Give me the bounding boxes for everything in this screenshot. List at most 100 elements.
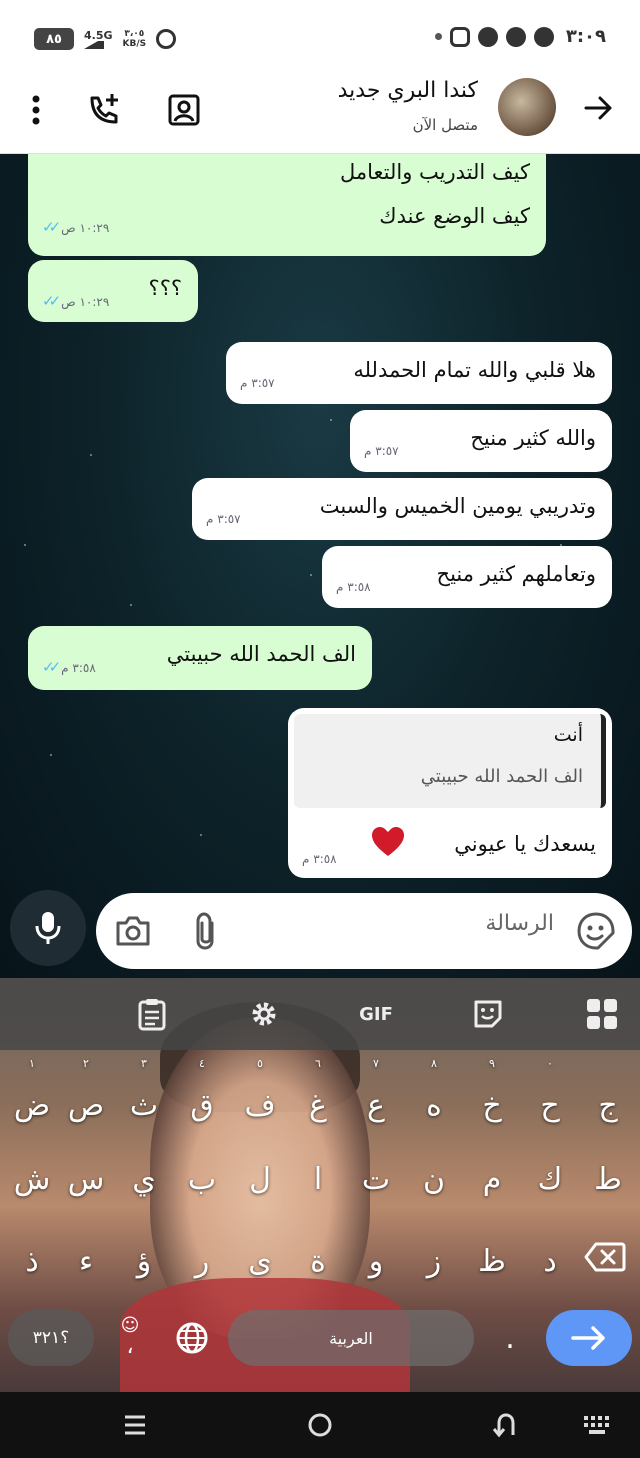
key[interactable]: م (468, 1150, 516, 1210)
quoted-message[interactable]: أنت الف الحمد الله حبيبتي (294, 714, 606, 808)
sticker-icon[interactable] (470, 996, 506, 1032)
background-star (130, 604, 132, 606)
keyboard[interactable]: GIF ج ح٠ خ٩ ه٨ ع٧ غ٦ ف٥ ق٤ ث٣ ص٢ ض١ ط ك … (0, 978, 640, 1392)
key[interactable]: ح٠ (526, 1058, 574, 1136)
key[interactable]: و (352, 1232, 400, 1292)
key[interactable]: ؤ (120, 1232, 168, 1292)
home-icon[interactable] (303, 1408, 337, 1442)
message-input[interactable]: الرسالة (96, 893, 632, 969)
key[interactable]: ظ (468, 1232, 516, 1292)
gif-button[interactable]: GIF (354, 996, 398, 1032)
key[interactable]: ن (410, 1150, 458, 1210)
contact-name[interactable]: كندا البري جديد (338, 78, 478, 103)
key[interactable]: ص٢ (62, 1058, 110, 1136)
key[interactable]: غ٦ (294, 1058, 342, 1136)
read-ticks-icon: ✓✓ (42, 292, 61, 310)
key[interactable]: ق٤ (178, 1058, 226, 1136)
notification-dot-icon (434, 33, 442, 40)
key[interactable]: د (526, 1232, 574, 1292)
back-nav-icon[interactable] (488, 1408, 522, 1442)
key[interactable]: ة (294, 1232, 342, 1292)
message-bubble-outgoing[interactable]: الف الحمد الله حبيبتي ٣:٥٨ م✓✓ (28, 626, 372, 690)
backspace-key[interactable] (580, 1230, 630, 1284)
signal-icon (84, 40, 104, 49)
key[interactable]: ث٣ (120, 1058, 168, 1136)
message-bubble-incoming[interactable]: والله كثير منيح ٣:٥٧ م (350, 410, 612, 472)
chat-header: كندا البري جديد متصل الآن (0, 74, 640, 154)
facebook-icon (505, 26, 526, 47)
battery-indicator: ٨٥ (34, 28, 74, 50)
quote-author: أنت (553, 724, 583, 746)
add-call-icon[interactable] (84, 90, 124, 130)
key[interactable]: س (62, 1150, 110, 1210)
sticker-icon[interactable] (576, 911, 616, 955)
message-bubble-incoming-reply[interactable]: أنت الف الحمد الله حبيبتي يسعدك يا عيوني… (288, 708, 612, 878)
key[interactable]: ا (294, 1150, 342, 1210)
microphone-icon (35, 912, 61, 944)
key[interactable]: ى (236, 1232, 284, 1292)
network-indicator: 4.5G (84, 30, 113, 49)
camera-icon[interactable] (114, 913, 152, 953)
snapchat-icon (533, 26, 554, 47)
video-call-icon[interactable] (164, 90, 204, 130)
key[interactable]: ه٨ (410, 1058, 458, 1136)
speed-indicator: ٣،٠٥ KB/S (122, 29, 147, 49)
key[interactable]: ك (526, 1150, 574, 1210)
messenger-icon (477, 26, 498, 47)
system-nav-bar (0, 1392, 640, 1458)
keyboard-toggle-icon[interactable] (580, 1408, 614, 1442)
settings-gear-icon[interactable] (246, 996, 282, 1032)
emoji-comma-key[interactable]: ☺ ، (108, 1308, 152, 1366)
keyboard-toolbar: GIF (0, 978, 640, 1050)
key[interactable]: ب (178, 1150, 226, 1210)
status-left: ٨٥ 4.5G ٣،٠٥ KB/S (34, 28, 177, 50)
message-time: ٣:٥٨ م (302, 852, 337, 866)
space-key[interactable]: العربية (228, 1310, 474, 1366)
key[interactable]: ف٥ (236, 1058, 284, 1136)
key[interactable]: ل (236, 1150, 284, 1210)
numbers-key[interactable]: ؟٣٢١ (8, 1310, 94, 1366)
red-heart-icon (372, 827, 404, 856)
message-bubble-incoming[interactable]: وتدريبي يومين الخميس والسبت ٣:٥٧ م (192, 478, 612, 540)
key[interactable]: ع٧ (352, 1058, 400, 1136)
contact-avatar[interactable] (498, 78, 556, 136)
key[interactable]: خ٩ (468, 1058, 516, 1136)
key[interactable]: ذ (8, 1232, 56, 1292)
back-arrow-icon[interactable] (580, 92, 616, 128)
period-key[interactable]: . (488, 1310, 532, 1366)
key[interactable]: ت (352, 1150, 400, 1210)
clock: ٣:٠٩ (565, 26, 606, 47)
message-bubble-incoming[interactable]: وتعاملهم كثير منيح ٣:٥٨ م (322, 546, 612, 608)
key[interactable]: ء (62, 1232, 110, 1292)
message-time: ٣:٥٧ م (206, 512, 241, 526)
alarm-icon (156, 29, 177, 49)
message-placeholder: الرسالة (485, 911, 554, 936)
apps-grid-icon[interactable] (584, 996, 620, 1032)
message-bubble-incoming[interactable]: هلا قلبي والله تمام الحمدلله ٣:٥٧ م (226, 342, 612, 404)
key[interactable]: ي (120, 1150, 168, 1210)
attach-icon[interactable] (192, 911, 220, 955)
key[interactable]: ج (584, 1076, 632, 1136)
message-bubble-outgoing[interactable]: ؟؟؟ ١٠:٢٩ ص✓✓ (28, 260, 198, 322)
message-time: ٣:٥٧ م (240, 376, 275, 390)
background-star (200, 834, 202, 836)
key[interactable]: ط (584, 1150, 632, 1210)
language-globe-icon[interactable] (172, 1314, 212, 1362)
read-ticks-icon: ✓✓ (42, 658, 61, 676)
more-options-icon[interactable] (16, 90, 56, 130)
contact-status: متصل الآن (412, 116, 478, 134)
background-star (310, 574, 312, 576)
status-bar: ٨٥ 4.5G ٣،٠٥ KB/S ٣:٠٩ (0, 0, 640, 74)
enter-key[interactable] (546, 1310, 632, 1366)
background-star (24, 544, 26, 546)
chat-area[interactable]: كيف التدريب والتعامل كيف الوضع عندك ١٠:٢… (0, 154, 640, 978)
message-time: ٣:٥٨ م✓✓ (42, 658, 96, 676)
voice-record-button[interactable] (10, 890, 86, 966)
clipboard-icon[interactable] (134, 996, 170, 1032)
key[interactable]: ش (8, 1150, 56, 1210)
key[interactable]: ر (178, 1232, 226, 1292)
message-bubble-outgoing[interactable]: كيف التدريب والتعامل كيف الوضع عندك ١٠:٢… (28, 154, 546, 256)
key[interactable]: ض١ (8, 1058, 56, 1136)
recent-apps-icon[interactable] (118, 1408, 152, 1442)
key[interactable]: ز (410, 1232, 458, 1292)
